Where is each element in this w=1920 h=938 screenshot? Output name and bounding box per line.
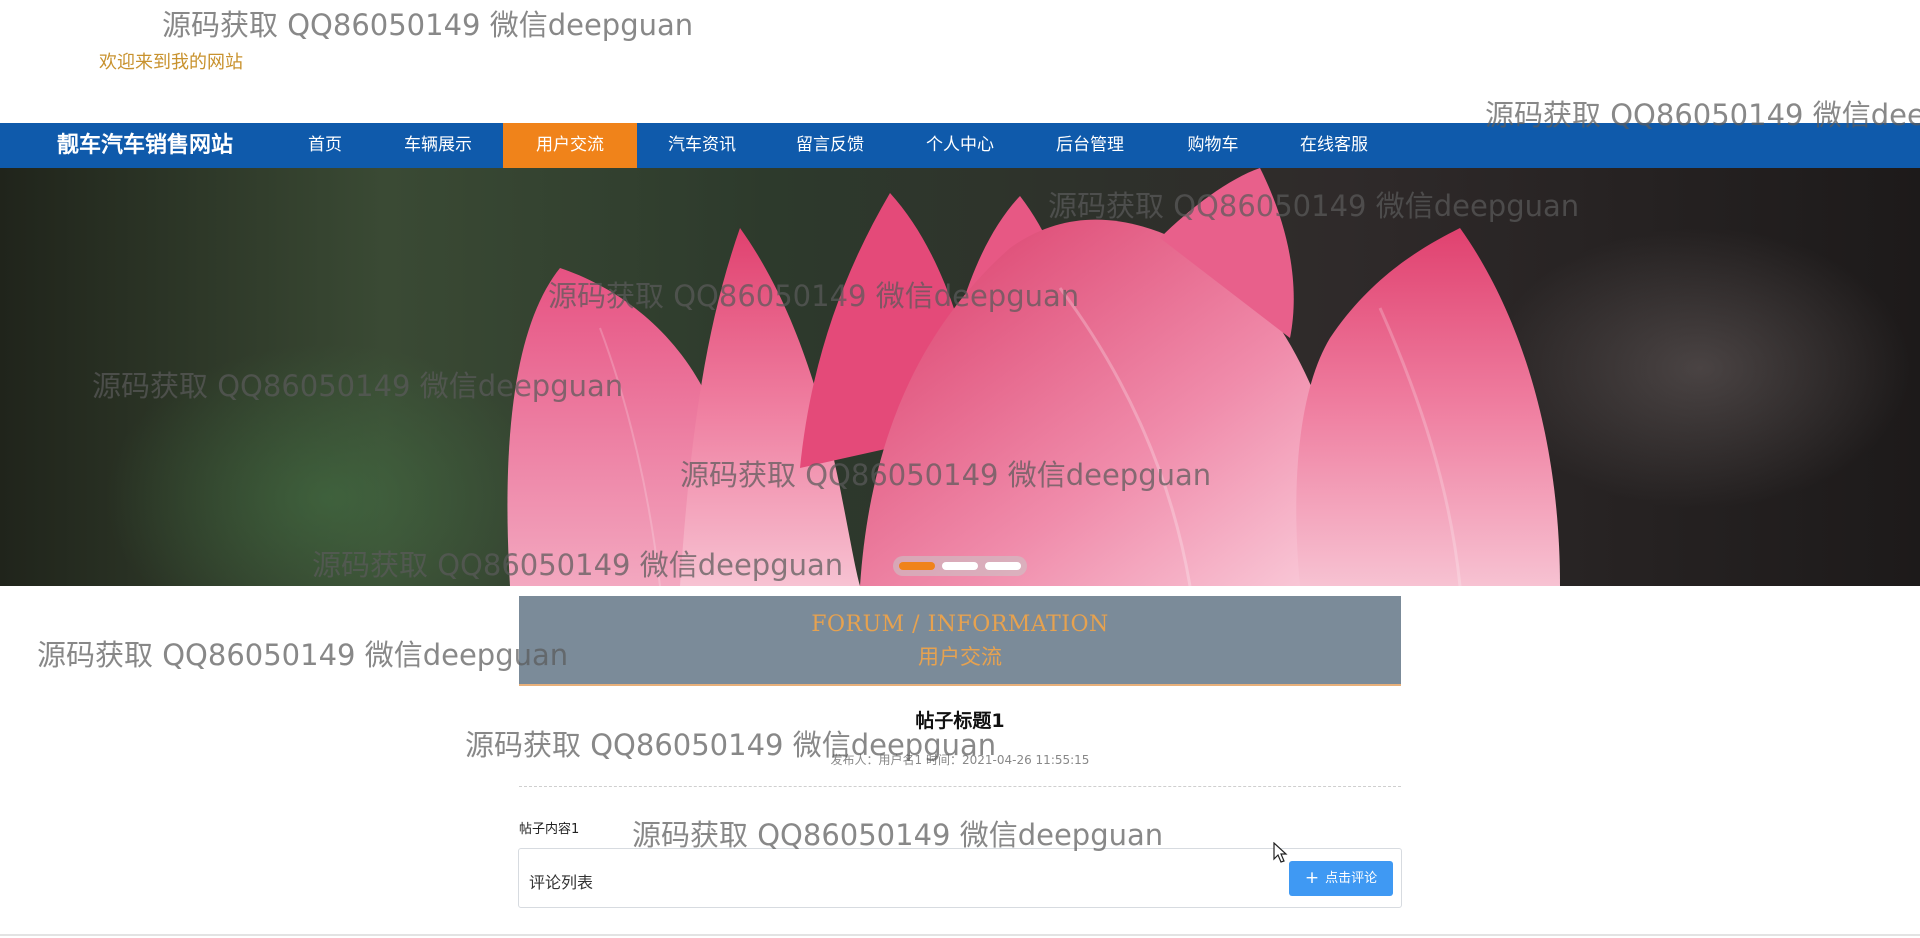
- site-brand[interactable]: 靓车汽车销售网站: [57, 123, 233, 168]
- nav-item-cart[interactable]: 购物车: [1172, 123, 1254, 168]
- post-content: 帖子内容1: [519, 822, 580, 837]
- comment-list-panel: 评论列表 + 点击评论: [518, 848, 1402, 908]
- add-comment-label: 点击评论: [1325, 871, 1378, 886]
- nav-item-home[interactable]: 首页: [280, 123, 370, 168]
- main-navbar: 靓车汽车销售网站 首页 车辆展示 用户交流 汽车资讯 留言反馈 个人中心 后台管…: [0, 123, 1920, 168]
- carousel-indicators: [893, 556, 1027, 576]
- mouse-cursor-icon: [1273, 842, 1288, 863]
- nav-item-vehicles[interactable]: 车辆展示: [390, 123, 486, 168]
- banner-carousel[interactable]: [0, 168, 1920, 586]
- section-heading: FORUM / INFORMATION 用户交流: [519, 596, 1401, 686]
- carousel-dot-2[interactable]: [942, 562, 978, 570]
- lotus-image: [507, 168, 1560, 586]
- add-comment-button[interactable]: + 点击评论: [1289, 861, 1393, 896]
- post-meta: 发布人：用户名1 时间：2021-04-26 11:55:15: [830, 753, 1090, 767]
- section-title-en: FORUM / INFORMATION: [811, 612, 1109, 637]
- welcome-text: 欢迎来到我的网站: [99, 52, 243, 73]
- comment-list-label: 评论列表: [529, 873, 594, 892]
- divider: [519, 786, 1401, 787]
- watermark-1: 源码获取 QQ86050149 微信deepguan: [162, 8, 694, 42]
- nav-item-support[interactable]: 在线客服: [1286, 123, 1382, 168]
- nav-item-feedback[interactable]: 留言反馈: [782, 123, 878, 168]
- post-title: 帖子标题1: [915, 710, 1005, 732]
- carousel-dot-3[interactable]: [985, 562, 1021, 570]
- page-bottom-border: [0, 934, 1920, 936]
- plus-icon: +: [1304, 868, 1320, 888]
- carousel-dot-1[interactable]: [899, 562, 935, 570]
- nav-item-news[interactable]: 汽车资讯: [654, 123, 750, 168]
- nav-item-profile[interactable]: 个人中心: [912, 123, 1008, 168]
- nav-item-admin[interactable]: 后台管理: [1042, 123, 1138, 168]
- section-title-cn: 用户交流: [918, 645, 1002, 669]
- watermark-8: 源码获取 QQ86050149 微信deepguan: [37, 638, 569, 672]
- nav-item-forum[interactable]: 用户交流: [503, 123, 637, 168]
